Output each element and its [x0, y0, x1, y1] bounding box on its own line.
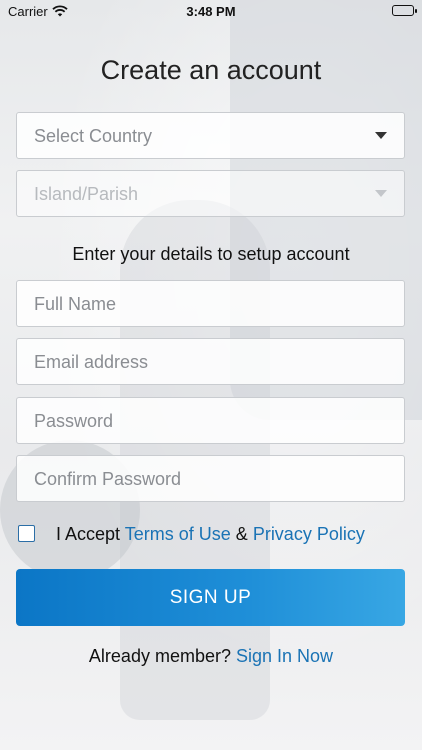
accept-text: I Accept [56, 524, 121, 544]
details-heading: Enter your details to setup account [72, 244, 350, 264]
full-name-field[interactable]: Full Name [16, 280, 405, 327]
country-select-placeholder: Select Country [34, 126, 153, 146]
terms-row: I Accept Terms of Use & Privacy Policy [18, 524, 418, 550]
island-parish-select[interactable]: Island/Parish [16, 170, 405, 217]
status-bar: Carrier 3:48 PM [0, 0, 422, 24]
terms-text: I Accept Terms of Use & Privacy Policy [56, 524, 365, 545]
signin-row: Already member? Sign In Now [0, 646, 422, 667]
accept-terms-checkbox[interactable] [18, 525, 35, 542]
sign-up-button[interactable]: SIGN UP [16, 569, 405, 626]
password-placeholder: Password [34, 411, 114, 431]
privacy-policy-link[interactable]: Privacy Policy [253, 524, 365, 544]
status-time: 3:48 PM [186, 4, 236, 19]
confirm-password-field[interactable]: Confirm Password [16, 455, 405, 502]
already-member-text: Already member? [88, 646, 231, 666]
caret-down-icon [375, 190, 387, 197]
island-parish-select-placeholder: Island/Parish [34, 184, 139, 204]
ampersand-text: & [235, 524, 248, 544]
sign-in-now-link[interactable]: Sign In Now [236, 646, 333, 666]
battery-icon [392, 5, 417, 16]
terms-of-use-link[interactable]: Terms of Use [125, 524, 231, 544]
email-field[interactable]: Email address [16, 338, 405, 385]
confirm-password-placeholder: Confirm Password [34, 469, 182, 489]
page-title: Create an account [100, 55, 322, 85]
full-name-placeholder: Full Name [34, 294, 117, 314]
country-select[interactable]: Select Country [16, 112, 405, 159]
caret-down-icon [375, 132, 387, 139]
password-field[interactable]: Password [16, 397, 405, 444]
email-placeholder: Email address [34, 352, 149, 372]
